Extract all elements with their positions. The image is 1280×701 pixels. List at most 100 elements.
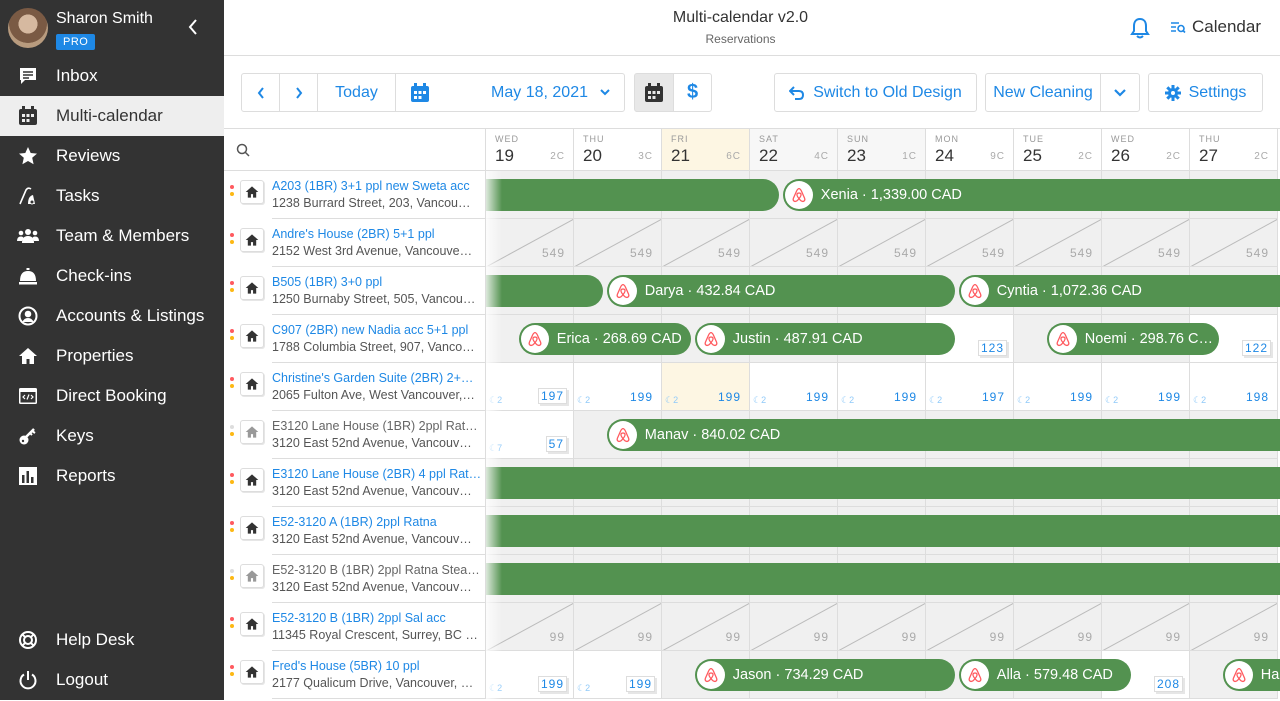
day-header[interactable]: SAT 22 4C: [750, 129, 838, 171]
reservation-bar[interactable]: [486, 467, 1280, 499]
calendar-cell[interactable]: ☾2 199: [750, 363, 838, 411]
property-name[interactable]: Christine's Garden Suite (2BR) 2+…: [272, 371, 473, 385]
property-name[interactable]: E52-3120 B (1BR) 2ppl Ratna Stea…: [272, 563, 480, 577]
sidebar-item-team-members[interactable]: Team & Members: [0, 216, 224, 256]
day-header[interactable]: FRI 21 6C: [662, 129, 750, 171]
reservation-bar[interactable]: Xenia · 1,339.00 CAD: [782, 179, 1280, 211]
property-name[interactable]: E3120 Lane House (1BR) 2ppl Rat…: [272, 419, 478, 433]
calendar-view-link[interactable]: Calendar: [1170, 17, 1261, 37]
home-icon[interactable]: [240, 276, 264, 300]
day-header[interactable]: TUE 25 2C: [1014, 129, 1102, 171]
home-icon[interactable]: [240, 420, 264, 444]
search-input[interactable]: [258, 142, 478, 157]
day-header[interactable]: WED 26 2C: [1102, 129, 1190, 171]
reservation-bar[interactable]: Justin · 487.91 CAD: [694, 323, 955, 355]
home-icon[interactable]: [240, 180, 264, 204]
pricing-view-toggle[interactable]: $: [673, 73, 712, 112]
sidebar-item-properties[interactable]: Properties: [0, 336, 224, 376]
calendar-cell[interactable]: 549: [926, 219, 1014, 267]
date-picker[interactable]: May 18, 2021: [395, 73, 625, 112]
switch-old-design-button[interactable]: Switch to Old Design: [774, 73, 977, 112]
settings-button[interactable]: Settings: [1148, 73, 1263, 112]
day-header[interactable]: THU 20 3C: [574, 129, 662, 171]
sidebar-item-help-desk[interactable]: Help Desk: [0, 620, 224, 660]
calendar-cell[interactable]: ☾2 199: [838, 363, 926, 411]
home-icon[interactable]: [240, 612, 264, 636]
reservation-bar[interactable]: Alla · 579.48 CAD: [958, 659, 1131, 691]
calendar-cell[interactable]: 99: [1014, 603, 1102, 651]
sidebar-item-reports[interactable]: Reports: [0, 456, 224, 496]
reservation-bar[interactable]: Darya · 432.84 CAD: [606, 275, 955, 307]
calendar-cell[interactable]: 99: [574, 603, 662, 651]
reservation-bar[interactable]: Cyntia · 1,072.36 CAD: [958, 275, 1280, 307]
home-icon[interactable]: [240, 228, 264, 252]
reservation-bar[interactable]: Erica · 268.69 CAD: [518, 323, 691, 355]
reservation-bar[interactable]: [486, 563, 1280, 595]
reservation-bar[interactable]: [486, 179, 779, 211]
day-header[interactable]: WED 19 2C: [486, 129, 574, 171]
property-search[interactable]: [224, 129, 486, 171]
prev-button[interactable]: [241, 73, 280, 112]
calendar-cell[interactable]: 99: [1190, 603, 1278, 651]
sidebar-item-accounts-listings[interactable]: Accounts & Listings: [0, 296, 224, 336]
sidebar-item-reviews[interactable]: Reviews: [0, 136, 224, 176]
calendar-cell[interactable]: ☾2 199: [574, 363, 662, 411]
calendar-cell[interactable]: 99: [926, 603, 1014, 651]
property-name[interactable]: A203 (1BR) 3+1 ppl new Sweta acc: [272, 179, 470, 193]
day-header[interactable]: THU 27 2C: [1190, 129, 1278, 171]
new-cleaning-dropdown[interactable]: [1100, 73, 1140, 112]
home-icon[interactable]: [240, 564, 264, 588]
calendar-cell[interactable]: ☾2 199: [1014, 363, 1102, 411]
property-name[interactable]: C907 (2BR) new Nadia acc 5+1 ppl: [272, 323, 468, 337]
home-icon[interactable]: [240, 324, 264, 348]
calendar-cell[interactable]: 549: [1190, 219, 1278, 267]
notifications-bell-icon[interactable]: [1130, 17, 1150, 44]
property-name[interactable]: Andre's House (2BR) 5+1 ppl: [272, 227, 435, 241]
home-icon[interactable]: [240, 516, 264, 540]
property-name[interactable]: Fred's House (5BR) 10 ppl: [272, 659, 420, 673]
reservation-bar[interactable]: Hai: [1222, 659, 1280, 691]
calendar-cell[interactable]: 549: [750, 219, 838, 267]
calendar-cell[interactable]: 99: [662, 603, 750, 651]
calendar-view-toggle[interactable]: [634, 73, 674, 112]
sidebar-item-multi-calendar[interactable]: Multi-calendar: [0, 96, 224, 136]
property-name[interactable]: E3120 Lane House (2BR) 4 ppl Rat…: [272, 467, 481, 481]
reservation-bar[interactable]: [486, 515, 1280, 547]
sidebar-item-tasks[interactable]: Tasks: [0, 176, 224, 216]
calendar-cell[interactable]: ☾2 199: [574, 651, 662, 699]
reservation-bar[interactable]: Manav · 840.02 CAD: [606, 419, 1280, 451]
home-icon[interactable]: [240, 372, 264, 396]
calendar-cell[interactable]: ☾2 199: [662, 363, 750, 411]
calendar-cell[interactable]: ☾2 198: [1190, 363, 1278, 411]
calendar-cell[interactable]: ☾2 197: [926, 363, 1014, 411]
day-header[interactable]: MON 24 9C: [926, 129, 1014, 171]
calendar-cell[interactable]: 549: [1102, 219, 1190, 267]
next-button[interactable]: [279, 73, 318, 112]
calendar-cell[interactable]: 549: [574, 219, 662, 267]
property-name[interactable]: E52-3120 B (1BR) 2ppl Sal acc: [272, 611, 446, 625]
collapse-sidebar-button[interactable]: [188, 18, 198, 41]
home-icon[interactable]: [240, 660, 264, 684]
calendar-cell[interactable]: 549: [1014, 219, 1102, 267]
calendar-cell[interactable]: ☾2 199: [1102, 363, 1190, 411]
today-button[interactable]: Today: [317, 73, 396, 112]
property-name[interactable]: E52-3120 A (1BR) 2ppl Ratna: [272, 515, 437, 529]
reservation-bar[interactable]: Noemi · 298.76 C…: [1046, 323, 1219, 355]
calendar-cell[interactable]: 99: [838, 603, 926, 651]
reservation-bar[interactable]: Jason · 734.29 CAD: [694, 659, 955, 691]
property-name[interactable]: B505 (1BR) 3+0 ppl: [272, 275, 382, 289]
reservation-bar[interactable]: [486, 275, 603, 307]
sidebar-item-keys[interactable]: Keys: [0, 416, 224, 456]
day-header[interactable]: SUN 23 1C: [838, 129, 926, 171]
sidebar-item-check-ins[interactable]: Check-ins: [0, 256, 224, 296]
home-icon[interactable]: [240, 468, 264, 492]
calendar-cell[interactable]: 99: [750, 603, 838, 651]
sidebar-item-inbox[interactable]: Inbox: [0, 56, 224, 96]
calendar-cell[interactable]: 99: [1102, 603, 1190, 651]
sidebar-item-logout[interactable]: Logout: [0, 660, 224, 700]
calendar-cell[interactable]: 549: [662, 219, 750, 267]
user-profile[interactable]: [8, 8, 48, 48]
sidebar-item-direct-booking[interactable]: Direct Booking: [0, 376, 224, 416]
new-cleaning-button[interactable]: New Cleaning: [985, 73, 1101, 112]
calendar-cell[interactable]: 549: [838, 219, 926, 267]
